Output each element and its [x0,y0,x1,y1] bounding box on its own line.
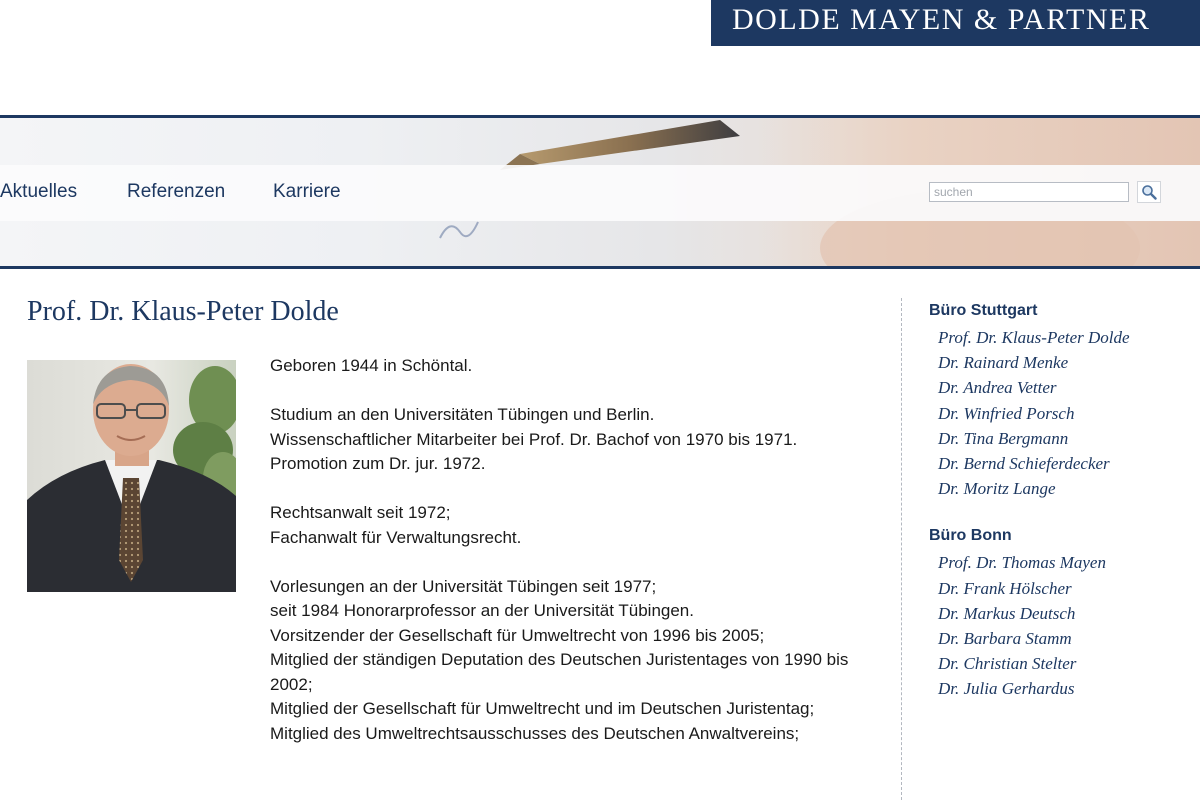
bio-paragraph: Vorlesungen an der Universität Tübingen … [270,575,880,747]
biography-text: Geboren 1944 in Schöntal. Studium an den … [270,354,880,771]
page-title: Prof. Dr. Klaus-Peter Dolde [27,296,339,327]
sidebar-person-link[interactable]: Dr. Bernd Schieferdecker [929,451,1199,476]
bio-line: Studium an den Universitäten Tübingen un… [270,405,655,424]
search-button[interactable] [1137,181,1161,203]
bio-line: Mitglied der Gesellschaft für Umweltrech… [270,699,815,718]
bio-line: Vorsitzender der Gesellschaft für Umwelt… [270,625,765,645]
bio-line: Vorlesungen an der Universität Tübingen … [270,576,657,596]
office-group-spacer [929,501,1199,525]
office-people-list: Prof. Dr. Thomas Mayen Dr. Frank Hölscher… [929,550,1199,701]
bio-line: seit 1984 Honorarprofessor an der Univer… [270,601,694,620]
sidebar-person-link[interactable]: Dr. Christian Stelter [929,651,1199,676]
bio-paragraph: Studium an den Universitäten Tübingen un… [270,403,880,477]
bio-paragraph: Geboren 1944 in Schöntal. [270,354,880,379]
sidebar-person-link[interactable]: Prof. Dr. Thomas Mayen [929,550,1199,575]
main-navigation: Aktuelles Referenzen Karriere [0,165,1200,221]
office-people-list: Prof. Dr. Klaus-Peter Dolde Dr. Rainard M… [929,325,1199,501]
firm-logo[interactable]: DOLDE MAYEN & PARTNER [711,0,1200,46]
nav-item-referenzen[interactable]: Referenzen [127,181,225,203]
sidebar-person-link[interactable]: Dr. Tina Bergmann [929,426,1199,451]
header-banner: Aktuelles Referenzen Karriere [0,115,1200,269]
bio-line: Mitglied des Umweltrechtsausschusses des… [270,723,800,743]
magnifier-icon [1142,185,1157,200]
sidebar-person-link[interactable]: Dr. Markus Deutsch [929,601,1199,626]
column-divider [901,298,902,800]
bio-line: Wissenschaftlicher Mitarbeiter bei Prof.… [270,429,798,449]
office-heading: Büro Stuttgart [929,302,1038,319]
nav-item-aktuelles[interactable]: Aktuelles [0,181,77,203]
partner-sidebar: Büro Stuttgart Prof. Dr. Klaus-Peter Dold… [929,300,1199,701]
bio-line: Mitglied der ständigen Deputation des De… [270,650,849,694]
search-input[interactable] [929,182,1129,202]
bio-line: Promotion zum Dr. jur. 1972. [270,454,486,473]
sidebar-person-link[interactable]: Dr. Moritz Lange [929,476,1199,501]
nav-item-karriere[interactable]: Karriere [273,181,341,203]
bio-paragraph: Rechtsanwalt seit 1972; Fachanwalt für Ve… [270,501,880,550]
office-heading: Büro Bonn [929,527,1012,545]
sidebar-person-link[interactable]: Dr. Barbara Stamm [929,626,1199,651]
sidebar-person-link[interactable]: Dr. Frank Hölscher [929,576,1199,601]
sidebar-person-link[interactable]: Dr. Rainard Menke [929,350,1199,375]
sidebar-person-link[interactable]: Prof. Dr. Klaus-Peter Dolde [929,325,1199,350]
sidebar-person-link[interactable]: Dr. Julia Gerhardus [929,676,1199,701]
bio-line: Geboren 1944 in Schöntal. [270,356,473,375]
bio-line: Rechtsanwalt seit 1972; [270,503,451,522]
sidebar-person-link[interactable]: Dr. Andrea Vetter [929,375,1199,400]
sidebar-person-link[interactable]: Dr. Winfried Porsch [929,401,1199,426]
portrait-photo [27,360,236,592]
bio-line: Fachanwalt für Verwaltungsrecht. [270,527,522,547]
